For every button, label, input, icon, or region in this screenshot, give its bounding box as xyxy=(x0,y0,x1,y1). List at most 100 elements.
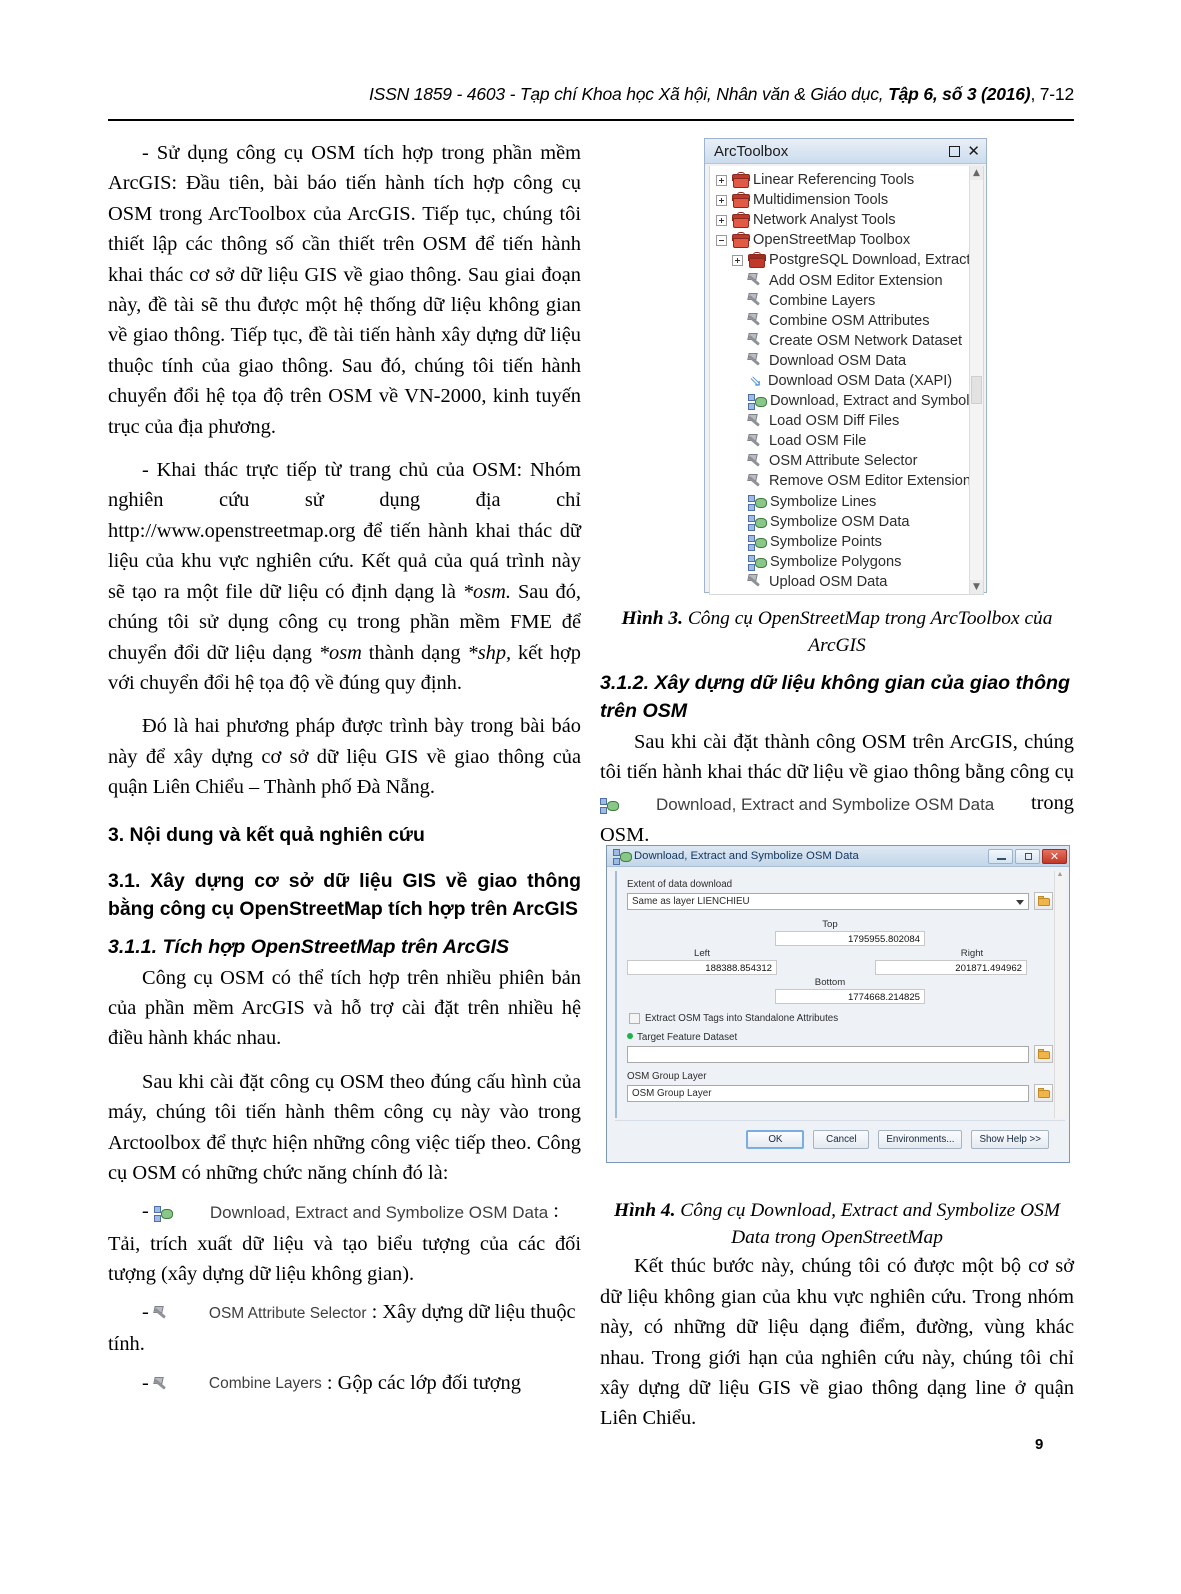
tree-item[interactable]: Linear Referencing Tools xyxy=(710,170,983,190)
tool-chip-download-extract-inline[interactable]: Download, Extract and Symbolize OSM Data xyxy=(600,790,994,820)
tree-item[interactable]: Symbolize Lines xyxy=(710,492,983,512)
figure-4-text: Công cụ Download, Extract and Symbolize … xyxy=(675,1200,1060,1249)
collapse-icon[interactable] xyxy=(716,234,727,246)
figure-3-label: Hình 3. xyxy=(621,608,683,629)
toolset-icon xyxy=(748,251,766,268)
chevron-down-icon[interactable] xyxy=(1016,899,1024,905)
required-dot-icon xyxy=(627,1033,633,1039)
show-help-button[interactable]: Show Help >> xyxy=(971,1130,1049,1149)
maximize-icon[interactable] xyxy=(949,145,961,157)
close-icon[interactable]: ✕ xyxy=(967,143,980,158)
arctoolbox-window[interactable]: ArcToolbox ✕ Linear Referencing Tools Mul… xyxy=(704,138,987,595)
arctoolbox-tree-panel[interactable]: Linear Referencing Tools Multidimension T… xyxy=(709,166,984,595)
p2-italic-shp: *shp, xyxy=(467,641,512,664)
tree-item-label: Symbolize OSM Data xyxy=(770,513,910,530)
document-page: ISSN 1859 - 4603 - Tạp chí Khoa học Xã h… xyxy=(0,0,1181,1594)
extract-tags-row[interactable]: Extract OSM Tags into Standalone Attribu… xyxy=(629,1013,1053,1024)
ok-button[interactable]: OK xyxy=(746,1130,805,1149)
browse-folder-button-target[interactable] xyxy=(1034,1045,1053,1063)
tree-item[interactable]: Create OSM Network Dataset xyxy=(710,331,983,351)
top-value-input[interactable]: 1795955.802084 xyxy=(775,931,925,946)
arctoolbox-tree[interactable]: Linear Referencing Tools Multidimension T… xyxy=(710,166,983,592)
tree-item[interactable]: OSM Attribute Selector xyxy=(710,451,983,471)
tree-item[interactable]: Load OSM Diff Files xyxy=(710,411,983,431)
tree-item-label: Symbolize Lines xyxy=(770,493,877,510)
bullet-dash-3: - xyxy=(142,1371,149,1394)
heading-section-3-1-1: 3.1.1. Tích hợp OpenStreetMap trên ArcGI… xyxy=(108,935,510,958)
tree-item[interactable]: Load OSM File xyxy=(710,431,983,451)
tree-item[interactable]: Upload OSM Data xyxy=(710,572,983,592)
tree-item[interactable]: Download OSM Data xyxy=(710,351,983,371)
heading-section-3: 3. Nội dung và kết quả nghiên cứu xyxy=(108,823,425,846)
bullet1-description: Tải, trích xuất dữ liệu và tạo biểu tượn… xyxy=(108,1232,581,1285)
dialog-title-bar: Download, Extract and Symbolize OSM Data… xyxy=(607,846,1069,867)
browse-folder-button-group[interactable] xyxy=(1034,1084,1053,1102)
model-icon xyxy=(600,797,619,814)
tool-chip-combine-layers[interactable]: Combine Layers xyxy=(153,1369,322,1399)
target-dataset-label-text: Target Feature Dataset xyxy=(637,1032,738,1043)
hammer-tool-icon xyxy=(747,453,764,469)
right-value-input[interactable]: 201871.494962 xyxy=(875,960,1027,975)
tree-item[interactable]: OpenStreetMap Toolbox xyxy=(710,230,983,250)
tree-item-label: Linear Referencing Tools xyxy=(753,172,915,189)
tool-chip-download-extract[interactable]: Download, Extract and Symbolize OSM Data xyxy=(153,1198,548,1228)
top-label: Top xyxy=(822,919,838,930)
tree-item[interactable]: Network Analyst Tools xyxy=(710,210,983,230)
target-dataset-input[interactable] xyxy=(627,1045,1029,1063)
dialog-footer: OK Cancel Environments... Show Help >> xyxy=(615,1120,1065,1158)
tree-item[interactable]: Combine Layers xyxy=(710,291,983,311)
bullet-download-extract: - Download, Extract and Symbolize OSM Da… xyxy=(108,1196,581,1228)
arctoolbox-scrollbar[interactable]: ▲ ▼ xyxy=(969,166,983,594)
tool-chip-attribute-selector[interactable]: OSM Attribute Selector xyxy=(153,1299,367,1329)
expand-icon[interactable] xyxy=(716,214,727,226)
left-label: Left xyxy=(693,948,710,959)
tree-item-label: Combine OSM Attributes xyxy=(769,312,930,329)
expand-icon[interactable] xyxy=(716,174,727,186)
extent-combobox[interactable]: Same as layer LIENCHIEU xyxy=(627,892,1029,910)
browse-folder-button-extent[interactable] xyxy=(1034,892,1053,910)
dialog-scrollbar[interactable]: ▲ xyxy=(1054,871,1065,1118)
tree-item[interactable]: PostgreSQL Download, Extract .. xyxy=(710,250,983,270)
bottom-value-input[interactable]: 1774668.214825 xyxy=(775,989,925,1004)
close-button[interactable]: ✕ xyxy=(1042,848,1067,864)
scroll-up-arrow[interactable]: ▲ xyxy=(970,166,983,180)
tree-item-label: Remove OSM Editor Extension xyxy=(769,473,971,490)
bullet-dash-1: - xyxy=(142,1200,149,1223)
model-icon xyxy=(153,1206,173,1223)
extent-coordinates-group: Top 1795955.802084 Left 188388.854312 Ri… xyxy=(627,919,1053,1007)
tree-item[interactable]: Symbolize Polygons xyxy=(710,552,983,572)
tree-item[interactable]: Add OSM Editor Extension xyxy=(710,270,983,290)
tree-item[interactable]: Download, Extract and Symboli xyxy=(710,391,983,411)
hammer-tool-icon xyxy=(153,1306,170,1321)
tree-item[interactable]: Symbolize Points xyxy=(710,532,983,552)
hammer-tool-icon xyxy=(747,333,764,348)
download-extract-dialog[interactable]: Download, Extract and Symbolize OSM Data… xyxy=(606,845,1070,1163)
left-value-input[interactable]: 188388.854312 xyxy=(627,960,777,975)
hammer-tool-icon xyxy=(747,574,764,589)
extract-tags-checkbox[interactable] xyxy=(629,1013,640,1024)
p2-italic-osm: *osm. xyxy=(462,580,511,603)
scroll-down-arrow[interactable]: ▼ xyxy=(970,580,983,594)
paragraph-conclusion-step: Kết thúc bước này, chúng tôi có được một… xyxy=(600,1255,1074,1430)
tree-item[interactable]: Remove OSM Editor Extension xyxy=(710,471,983,491)
tree-item[interactable]: Symbolize OSM Data xyxy=(710,512,983,532)
maximize-button[interactable] xyxy=(1015,848,1040,864)
tree-item[interactable]: ⇘ Download OSM Data (XAPI) xyxy=(710,371,983,391)
environments-button[interactable]: Environments... xyxy=(878,1130,963,1149)
extract-tags-label: Extract OSM Tags into Standalone Attribu… xyxy=(645,1013,839,1024)
expand-icon[interactable] xyxy=(732,254,743,266)
group-layer-label: OSM Group Layer xyxy=(627,1071,707,1082)
expand-icon[interactable] xyxy=(716,194,727,206)
paragraph-after-install: Sau khi cài đặt công cụ OSM theo đúng cấ… xyxy=(108,1070,581,1184)
figure-4-label: Hình 4. xyxy=(614,1200,676,1222)
paragraph-osm-versions: Công cụ OSM có thể tích hợp trên nhiều p… xyxy=(108,966,581,1050)
tool-chip-label: OSM Attribute Selector xyxy=(208,1304,367,1322)
page-number: 9 xyxy=(1035,1436,1044,1453)
tree-item[interactable]: Multidimension Tools xyxy=(710,190,983,210)
hammer-tool-icon xyxy=(747,273,764,288)
cancel-button[interactable]: Cancel xyxy=(813,1130,870,1149)
group-layer-input[interactable]: OSM Group Layer xyxy=(627,1084,1029,1102)
scroll-thumb[interactable] xyxy=(971,376,982,404)
tree-item[interactable]: Combine OSM Attributes xyxy=(710,311,983,331)
minimize-button[interactable] xyxy=(988,848,1013,864)
